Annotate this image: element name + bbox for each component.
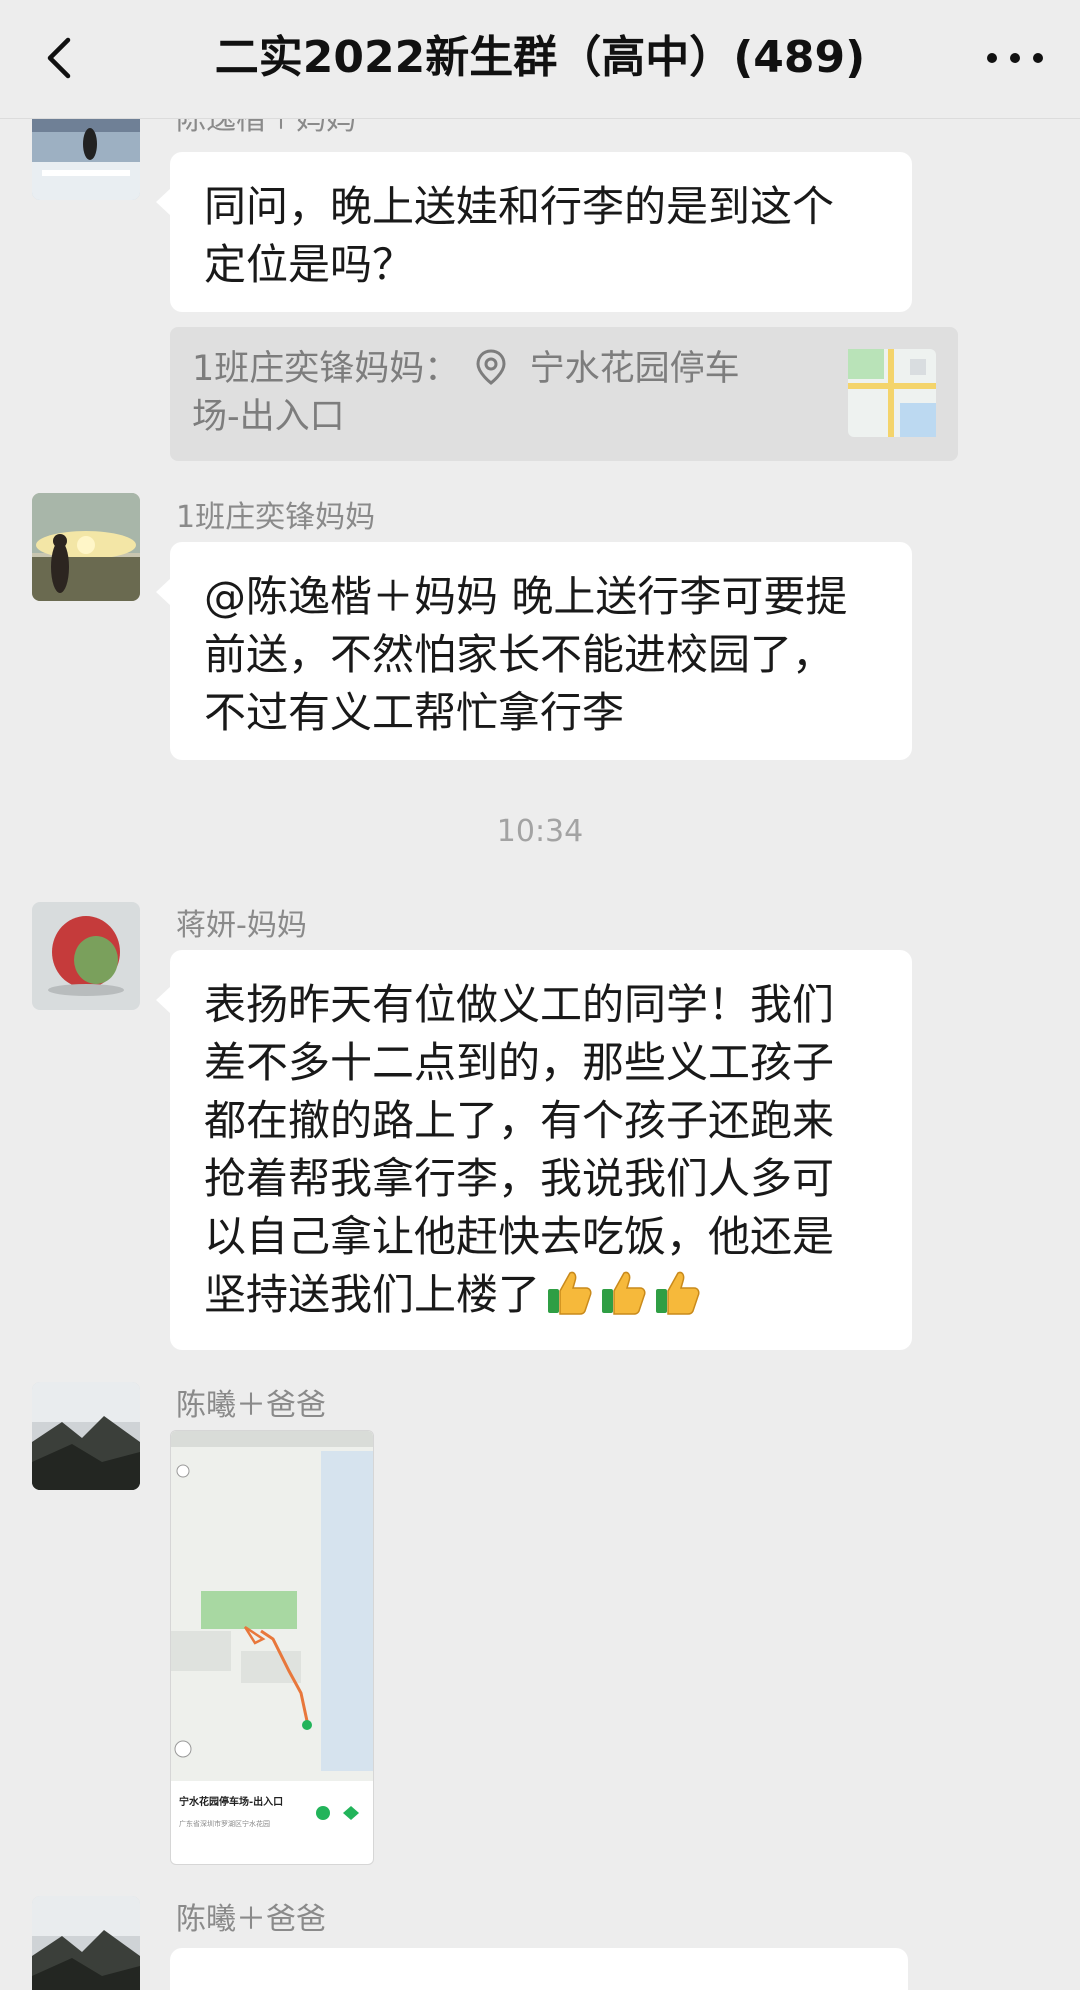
quote-location-line: 宁水花园停车 — [529, 349, 740, 389]
message-line-text: 坚持送我们上楼了 — [204, 1270, 541, 1319]
navigation-icon — [316, 1806, 359, 1820]
chevron-left-icon — [47, 37, 71, 79]
quoted-message[interactable]: 1班庄奕锋妈妈： 宁水花园停车 场-出入口 — [170, 327, 958, 461]
map-address: 广东省深圳市罗湖区宁水花园 — [179, 1820, 270, 1828]
message-line: 都在撤的路上了，有个孩子还跑来 — [204, 1096, 835, 1145]
thumbs-up-icon — [656, 1271, 700, 1315]
message-line: 表扬昨天有位做义工的同学！我们 — [204, 980, 835, 1029]
message-bubble[interactable] — [170, 1948, 908, 1990]
sender-name: 陈逸楷＋妈妈 — [176, 118, 356, 137]
sender-name: 蒋妍-妈妈 — [176, 908, 307, 943]
thumbs-up-icon — [548, 1271, 592, 1315]
location-pin-icon — [476, 349, 506, 385]
message-bubble[interactable]: @陈逸楷＋妈妈 晚上送行李可要提 前送，不然怕家长不能进校园了， 不过有义工帮忙… — [156, 542, 912, 760]
map-thumbnail-icon — [848, 349, 936, 437]
message-line: 定位是吗？ — [204, 240, 415, 289]
chat-title: 二实2022新生群（高中）(489) — [214, 32, 866, 83]
more-dots-icon — [987, 53, 1043, 63]
more-button[interactable] — [980, 38, 1050, 78]
map-view — [171, 1431, 373, 1781]
message-line: 差不多十二点到的，那些义工孩子 — [204, 1038, 835, 1087]
sender-name: 1班庄奕锋妈妈 — [176, 500, 376, 535]
quote-text: 1班庄奕锋妈妈： 宁水花园停车 场-出入口 — [192, 345, 792, 441]
quote-author: 1班庄奕锋妈妈： — [192, 349, 460, 389]
message-line: @陈逸楷＋妈妈 晚上送行李可要提 — [204, 572, 848, 621]
message-line: 同问，晚上送娃和行李的是到这个 — [204, 182, 835, 231]
message-bubble[interactable]: 表扬昨天有位做义工的同学！我们 差不多十二点到的，那些义工孩子 都在撤的路上了，… — [156, 950, 912, 1350]
avatar[interactable] — [32, 1896, 140, 1990]
message-line: 抢着帮我拿行李，我说我们人多可 — [204, 1154, 835, 1203]
sender-name: 陈曦＋爸爸 — [176, 1902, 326, 1937]
time-divider: 10:34 — [496, 814, 584, 849]
back-button[interactable] — [32, 30, 88, 86]
message-line: 前送，不然怕家长不能进校园了， — [204, 630, 835, 679]
map-screenshot-image[interactable]: 宁水花园停车场-出入口 广东省深圳市罗湖区宁水花园 — [170, 1430, 374, 1865]
thumbs-up-icon — [602, 1271, 646, 1315]
sender-name: 陈曦＋爸爸 — [176, 1388, 326, 1423]
map-caption: 宁水花园停车场-出入口 — [179, 1797, 284, 1808]
message-bubble[interactable]: 同问，晚上送娃和行李的是到这个 定位是吗？ — [156, 152, 912, 312]
avatar[interactable] — [32, 118, 140, 200]
avatar[interactable] — [32, 902, 140, 1010]
chat-header: 二实2022新生群（高中）(489) — [0, 0, 1080, 119]
quote-location-line: 场-出入口 — [192, 397, 345, 437]
message-line: 不过有义工帮忙拿行李 — [204, 688, 625, 737]
message-list[interactable]: 陈逸楷＋妈妈 同问，晚上送娃和行李的是到这个 定位是吗？ 1班庄奕锋妈妈： 宁水… — [0, 118, 1080, 1990]
avatar[interactable] — [32, 1382, 140, 1490]
avatar[interactable] — [32, 493, 140, 601]
message-line: 以自己拿让他赶快去吃饭，他还是 — [204, 1212, 835, 1261]
message-line: 坚持送我们上楼了 — [204, 1266, 878, 1324]
